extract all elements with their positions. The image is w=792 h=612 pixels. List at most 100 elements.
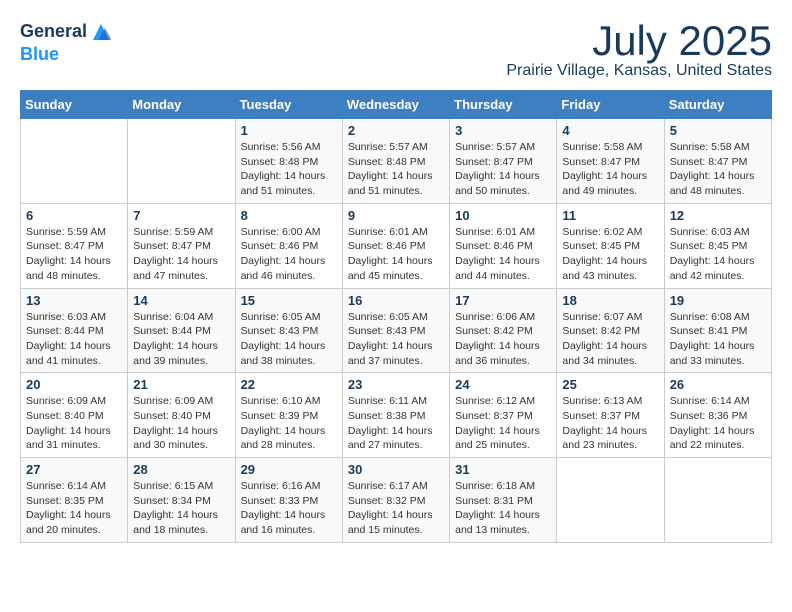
day-info: Sunrise: 6:05 AM Sunset: 8:43 PM Dayligh… [241, 310, 337, 369]
calendar-week-row: 13 Sunrise: 6:03 AM Sunset: 8:44 PM Dayli… [21, 288, 772, 373]
calendar-cell: 12Sunrise: 6:03 AM Sunset: 8:45 PM Dayli… [664, 203, 771, 288]
weekday-header: Thursday [450, 91, 557, 119]
calendar-cell [128, 119, 235, 204]
day-info: Sunrise: 6:07 AM Sunset: 8:42 PM Dayligh… [562, 310, 658, 369]
logo: General Blue [20, 20, 113, 66]
day-number: 14 [133, 293, 229, 308]
day-info: Sunrise: 6:17 AM Sunset: 8:32 PM Dayligh… [348, 479, 444, 538]
day-info: Sunrise: 6:10 AM Sunset: 8:39 PM Dayligh… [241, 394, 337, 453]
weekday-header: Sunday [21, 91, 128, 119]
day-info: Sunrise: 6:05 AM Sunset: 8:43 PM Dayligh… [348, 310, 444, 369]
calendar-cell: 21 Sunrise: 6:09 AM Sunset: 8:40 PM Dayli… [128, 373, 235, 458]
day-info: Sunrise: 6:02 AM Sunset: 8:45 PM Dayligh… [562, 225, 658, 284]
weekday-header: Monday [128, 91, 235, 119]
day-number: 10 [455, 208, 551, 223]
day-info: Sunrise: 6:06 AM Sunset: 8:42 PM Dayligh… [455, 310, 551, 369]
day-number: 19 [670, 293, 766, 308]
calendar-cell: 1Sunrise: 5:56 AM Sunset: 8:48 PM Daylig… [235, 119, 342, 204]
day-info: Sunrise: 6:14 AM Sunset: 8:35 PM Dayligh… [26, 479, 122, 538]
day-number: 11 [562, 208, 658, 223]
day-info: Sunrise: 6:18 AM Sunset: 8:31 PM Dayligh… [455, 479, 551, 538]
calendar-cell: 22 Sunrise: 6:10 AM Sunset: 8:39 PM Dayli… [235, 373, 342, 458]
day-info: Sunrise: 6:01 AM Sunset: 8:46 PM Dayligh… [455, 225, 551, 284]
logo-blue-text: Blue [20, 44, 113, 66]
day-number: 7 [133, 208, 229, 223]
day-info: Sunrise: 6:12 AM Sunset: 8:37 PM Dayligh… [455, 394, 551, 453]
calendar-cell: 3 Sunrise: 5:57 AM Sunset: 8:47 PM Daylig… [450, 119, 557, 204]
day-info: Sunrise: 6:09 AM Sunset: 8:40 PM Dayligh… [26, 394, 122, 453]
day-number: 16 [348, 293, 444, 308]
weekday-header: Tuesday [235, 91, 342, 119]
day-number: 15 [241, 293, 337, 308]
calendar-week-row: 6 Sunrise: 5:59 AM Sunset: 8:47 PM Daylig… [21, 203, 772, 288]
day-info: Sunrise: 6:09 AM Sunset: 8:40 PM Dayligh… [133, 394, 229, 453]
day-number: 6 [26, 208, 122, 223]
day-number: 5 [670, 123, 766, 138]
calendar-cell: 28Sunrise: 6:15 AM Sunset: 8:34 PM Dayli… [128, 458, 235, 543]
day-number: 1 [241, 123, 337, 138]
calendar-cell: 20 Sunrise: 6:09 AM Sunset: 8:40 PM Dayli… [21, 373, 128, 458]
day-number: 18 [562, 293, 658, 308]
day-info: Sunrise: 5:58 AM Sunset: 8:47 PM Dayligh… [562, 140, 658, 199]
day-number: 20 [26, 377, 122, 392]
weekday-header-row: SundayMondayTuesdayWednesdayThursdayFrid… [21, 91, 772, 119]
day-number: 23 [348, 377, 444, 392]
day-number: 4 [562, 123, 658, 138]
day-info: Sunrise: 6:11 AM Sunset: 8:38 PM Dayligh… [348, 394, 444, 453]
calendar-cell: 24Sunrise: 6:12 AM Sunset: 8:37 PM Dayli… [450, 373, 557, 458]
calendar-cell [557, 458, 664, 543]
logo-text: General [20, 21, 87, 43]
day-number: 8 [241, 208, 337, 223]
calendar-cell: 10 Sunrise: 6:01 AM Sunset: 8:46 PM Dayli… [450, 203, 557, 288]
calendar-cell: 31 Sunrise: 6:18 AM Sunset: 8:31 PM Dayli… [450, 458, 557, 543]
day-number: 22 [241, 377, 337, 392]
calendar-cell: 25 Sunrise: 6:13 AM Sunset: 8:37 PM Dayli… [557, 373, 664, 458]
calendar-week-row: 1Sunrise: 5:56 AM Sunset: 8:48 PM Daylig… [21, 119, 772, 204]
day-info: Sunrise: 6:14 AM Sunset: 8:36 PM Dayligh… [670, 394, 766, 453]
calendar-cell: 13 Sunrise: 6:03 AM Sunset: 8:44 PM Dayli… [21, 288, 128, 373]
calendar-cell: 29 Sunrise: 6:16 AM Sunset: 8:33 PM Dayli… [235, 458, 342, 543]
page-header: General Blue July 2025 Prairie Village, … [20, 20, 772, 80]
calendar-cell: 14Sunrise: 6:04 AM Sunset: 8:44 PM Dayli… [128, 288, 235, 373]
calendar-cell: 23 Sunrise: 6:11 AM Sunset: 8:38 PM Dayli… [342, 373, 449, 458]
calendar-cell: 2 Sunrise: 5:57 AM Sunset: 8:48 PM Daylig… [342, 119, 449, 204]
day-number: 13 [26, 293, 122, 308]
title-block: July 2025 Prairie Village, Kansas, Unite… [506, 20, 772, 80]
calendar-cell: 19 Sunrise: 6:08 AM Sunset: 8:41 PM Dayli… [664, 288, 771, 373]
day-info: Sunrise: 5:59 AM Sunset: 8:47 PM Dayligh… [26, 225, 122, 284]
day-info: Sunrise: 6:08 AM Sunset: 8:41 PM Dayligh… [670, 310, 766, 369]
day-number: 2 [348, 123, 444, 138]
day-info: Sunrise: 6:00 AM Sunset: 8:46 PM Dayligh… [241, 225, 337, 284]
day-info: Sunrise: 6:13 AM Sunset: 8:37 PM Dayligh… [562, 394, 658, 453]
day-number: 30 [348, 462, 444, 477]
calendar-cell: 4 Sunrise: 5:58 AM Sunset: 8:47 PM Daylig… [557, 119, 664, 204]
day-number: 29 [241, 462, 337, 477]
day-number: 3 [455, 123, 551, 138]
calendar-cell: 16 Sunrise: 6:05 AM Sunset: 8:43 PM Dayli… [342, 288, 449, 373]
day-number: 17 [455, 293, 551, 308]
day-info: Sunrise: 6:03 AM Sunset: 8:45 PM Dayligh… [670, 225, 766, 284]
day-number: 27 [26, 462, 122, 477]
day-info: Sunrise: 5:59 AM Sunset: 8:47 PM Dayligh… [133, 225, 229, 284]
day-number: 28 [133, 462, 229, 477]
day-number: 31 [455, 462, 551, 477]
day-number: 26 [670, 377, 766, 392]
day-info: Sunrise: 5:57 AM Sunset: 8:47 PM Dayligh… [455, 140, 551, 199]
day-info: Sunrise: 5:57 AM Sunset: 8:48 PM Dayligh… [348, 140, 444, 199]
weekday-header: Wednesday [342, 91, 449, 119]
calendar-week-row: 20 Sunrise: 6:09 AM Sunset: 8:40 PM Dayli… [21, 373, 772, 458]
day-number: 21 [133, 377, 229, 392]
day-info: Sunrise: 6:01 AM Sunset: 8:46 PM Dayligh… [348, 225, 444, 284]
day-number: 25 [562, 377, 658, 392]
calendar-cell: 5Sunrise: 5:58 AM Sunset: 8:47 PM Daylig… [664, 119, 771, 204]
calendar-cell: 9Sunrise: 6:01 AM Sunset: 8:46 PM Daylig… [342, 203, 449, 288]
weekday-header: Friday [557, 91, 664, 119]
day-info: Sunrise: 6:16 AM Sunset: 8:33 PM Dayligh… [241, 479, 337, 538]
day-info: Sunrise: 6:03 AM Sunset: 8:44 PM Dayligh… [26, 310, 122, 369]
weekday-header: Saturday [664, 91, 771, 119]
calendar-week-row: 27 Sunrise: 6:14 AM Sunset: 8:35 PM Dayli… [21, 458, 772, 543]
location: Prairie Village, Kansas, United States [506, 62, 772, 80]
month-title: July 2025 [506, 20, 772, 62]
calendar-cell [664, 458, 771, 543]
calendar-cell: 6 Sunrise: 5:59 AM Sunset: 8:47 PM Daylig… [21, 203, 128, 288]
